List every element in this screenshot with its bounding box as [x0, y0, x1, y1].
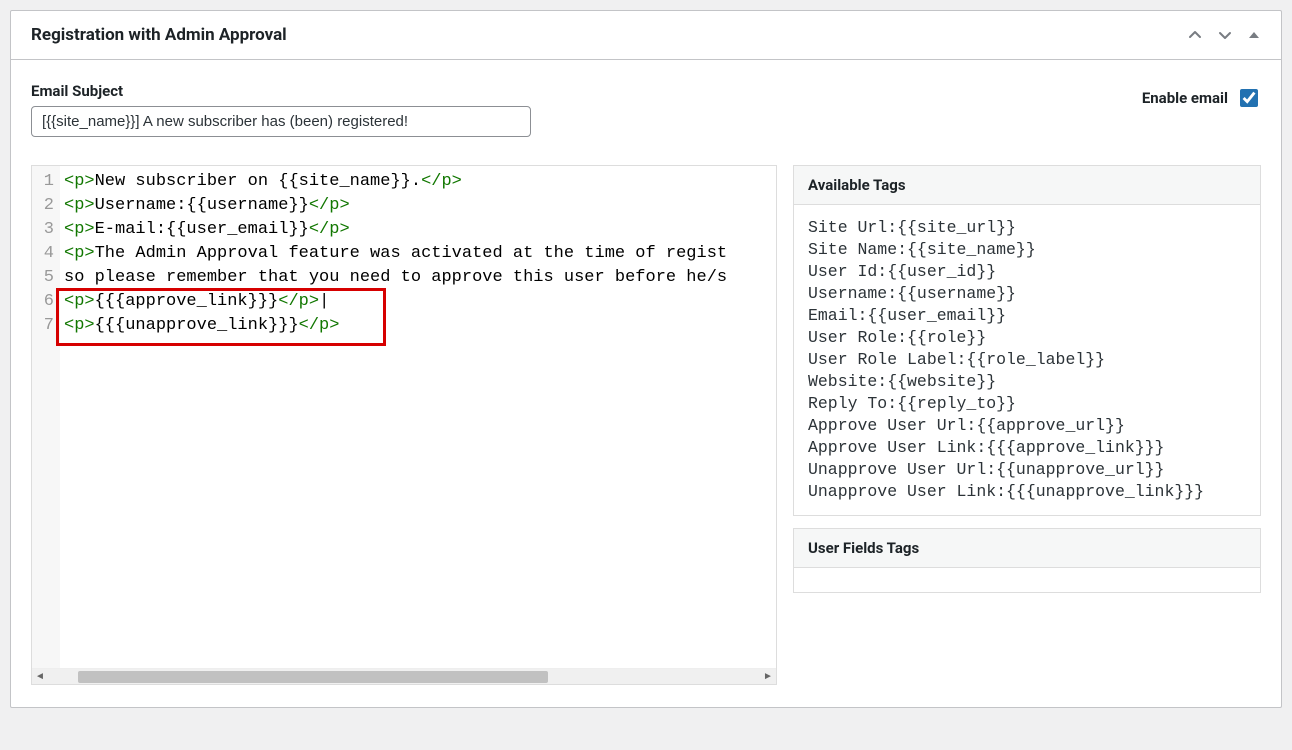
tag-line[interactable]: Approve User Url:{{approve_url}}: [808, 415, 1246, 437]
panel-controls: [1187, 27, 1261, 43]
code-body: 1234567 <p>New subscriber on {{site_name…: [32, 166, 776, 668]
user-fields-box: User Fields Tags: [793, 528, 1261, 593]
subject-label: Email Subject: [31, 82, 531, 100]
top-row: Email Subject Enable email: [31, 82, 1261, 137]
panel-title: Registration with Admin Approval: [31, 25, 287, 45]
enable-email-block[interactable]: Enable email: [1142, 86, 1261, 110]
editor-row: 1234567 <p>New subscriber on {{site_name…: [31, 165, 1261, 685]
subject-block: Email Subject: [31, 82, 531, 137]
panel-header: Registration with Admin Approval: [11, 11, 1281, 60]
tags-sidebar: Available Tags Site Url:{{site_url}}Site…: [793, 165, 1261, 685]
scroll-thumb[interactable]: [78, 671, 548, 683]
scroll-right-icon[interactable]: ►: [760, 669, 776, 685]
horizontal-scrollbar[interactable]: ◄ ►: [32, 668, 776, 684]
available-tags-list: Site Url:{{site_url}}Site Name:{{site_na…: [794, 205, 1260, 515]
tag-line[interactable]: Unapprove User Url:{{unapprove_url}}: [808, 459, 1246, 481]
available-tags-box: Available Tags Site Url:{{site_url}}Site…: [793, 165, 1261, 516]
tag-line[interactable]: Username:{{username}}: [808, 283, 1246, 305]
tag-line[interactable]: Approve User Link:{{{approve_link}}}: [808, 437, 1246, 459]
move-up-icon[interactable]: [1187, 27, 1203, 43]
code-gutter: 1234567: [32, 166, 60, 668]
available-tags-header: Available Tags: [794, 166, 1260, 205]
panel-body: Email Subject Enable email 1234567 <p>Ne…: [11, 60, 1281, 707]
user-fields-header: User Fields Tags: [794, 529, 1260, 568]
user-fields-list: [794, 568, 1260, 592]
tag-line[interactable]: Unapprove User Link:{{{unapprove_link}}}: [808, 481, 1246, 503]
tag-line[interactable]: Site Name:{{site_name}}: [808, 239, 1246, 261]
scroll-left-icon[interactable]: ◄: [32, 669, 48, 685]
registration-panel: Registration with Admin Approval Email S…: [10, 10, 1282, 708]
code-editor[interactable]: 1234567 <p>New subscriber on {{site_name…: [31, 165, 777, 685]
move-down-icon[interactable]: [1217, 27, 1233, 43]
tag-line[interactable]: User Role Label:{{role_label}}: [808, 349, 1246, 371]
scroll-track[interactable]: [48, 670, 760, 684]
email-subject-input[interactable]: [31, 106, 531, 137]
tag-line[interactable]: Email:{{user_email}}: [808, 305, 1246, 327]
enable-email-checkbox[interactable]: [1240, 89, 1258, 107]
tag-line[interactable]: Website:{{website}}: [808, 371, 1246, 393]
tag-line[interactable]: Reply To:{{reply_to}}: [808, 393, 1246, 415]
tag-line[interactable]: Site Url:{{site_url}}: [808, 217, 1246, 239]
tag-line[interactable]: User Role:{{role}}: [808, 327, 1246, 349]
enable-email-label: Enable email: [1142, 89, 1228, 107]
code-lines[interactable]: <p>New subscriber on {{site_name}}.</p><…: [60, 166, 776, 668]
tag-line[interactable]: User Id:{{user_id}}: [808, 261, 1246, 283]
collapse-toggle-icon[interactable]: [1247, 28, 1261, 42]
